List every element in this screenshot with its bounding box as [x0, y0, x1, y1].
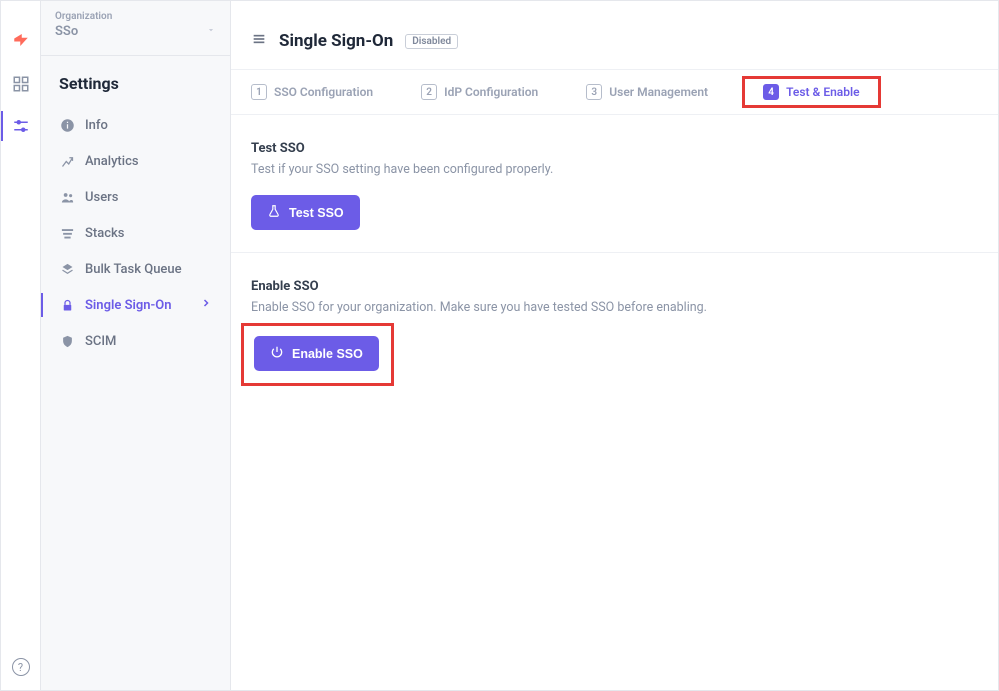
chevron-right-icon	[200, 297, 212, 313]
button-label: Test SSO	[289, 206, 344, 220]
sidebar-item-label: Users	[85, 190, 118, 205]
shield-icon	[59, 333, 75, 349]
sidebar-item-analytics[interactable]: Analytics	[41, 143, 230, 179]
queue-icon	[59, 261, 75, 277]
sidebar-item-users[interactable]: Users	[41, 179, 230, 215]
section-title: Enable SSO	[251, 279, 978, 294]
org-label: Organization	[55, 11, 216, 22]
highlight-box: Enable SSO	[241, 323, 394, 386]
step-label: SSO Configuration	[274, 85, 373, 99]
settings-heading: Settings	[41, 74, 230, 107]
power-icon	[270, 345, 284, 362]
sidebar-item-single-sign-on[interactable]: Single Sign-On	[41, 287, 230, 323]
sidebar-item-label: Info	[85, 118, 108, 133]
section-description: Enable SSO for your organization. Make s…	[251, 300, 978, 315]
sidebar-item-label: Stacks	[85, 226, 124, 241]
step-number: 2	[421, 84, 437, 100]
analytics-icon	[59, 153, 75, 169]
sidebar-item-label: Analytics	[85, 154, 139, 169]
divider	[41, 55, 230, 56]
step-idp-configuration[interactable]: 2 IdP Configuration	[421, 84, 538, 100]
step-test-and-enable[interactable]: 4 Test & Enable	[763, 84, 859, 100]
settings-sidebar: Organization SSo Settings Info Analytics…	[41, 1, 231, 690]
test-sso-section: Test SSO Test if your SSO setting have b…	[231, 115, 998, 252]
step-label: User Management	[609, 85, 708, 99]
flask-icon	[267, 204, 281, 221]
sidebar-item-label: Single Sign-On	[85, 298, 172, 313]
step-label: IdP Configuration	[444, 85, 538, 99]
step-number: 3	[586, 84, 602, 100]
page-title: Single Sign-On	[279, 31, 393, 51]
step-number: 4	[763, 84, 779, 100]
lock-icon	[59, 297, 75, 313]
left-rail: ?	[1, 1, 41, 690]
stacks-icon	[59, 225, 75, 241]
section-description: Test if your SSO setting have been confi…	[251, 162, 978, 177]
sidebar-item-label: SCIM	[85, 334, 116, 349]
sidebar-item-label: Bulk Task Queue	[85, 262, 182, 277]
sliders-icon[interactable]	[10, 115, 32, 137]
highlight-box: 4 Test & Enable	[742, 76, 880, 108]
button-label: Enable SSO	[292, 347, 363, 361]
section-title: Test SSO	[251, 141, 978, 156]
step-label: Test & Enable	[786, 85, 859, 99]
hamburger-icon[interactable]	[251, 31, 267, 51]
main-content: Single Sign-On Disabled 1 SSO Configurat…	[231, 1, 998, 690]
chevron-down-icon	[206, 24, 216, 39]
sidebar-item-scim[interactable]: SCIM	[41, 323, 230, 359]
test-sso-button[interactable]: Test SSO	[251, 195, 360, 230]
step-tabs: 1 SSO Configuration 2 IdP Configuration …	[231, 69, 998, 115]
status-badge: Disabled	[405, 34, 458, 49]
org-value: SSo	[55, 24, 78, 39]
help-icon[interactable]: ?	[12, 658, 30, 676]
step-number: 1	[251, 84, 267, 100]
brand-logo	[12, 31, 30, 53]
info-icon	[59, 117, 75, 133]
sidebar-item-bulk-task-queue[interactable]: Bulk Task Queue	[41, 251, 230, 287]
step-sso-configuration[interactable]: 1 SSO Configuration	[251, 84, 373, 100]
enable-sso-button[interactable]: Enable SSO	[254, 336, 379, 371]
step-user-management[interactable]: 3 User Management	[586, 84, 708, 100]
org-selector[interactable]: Organization SSo	[41, 1, 230, 43]
enable-sso-section: Enable SSO Enable SSO for your organizat…	[231, 252, 998, 396]
dashboard-icon[interactable]	[10, 73, 32, 95]
sidebar-item-stacks[interactable]: Stacks	[41, 215, 230, 251]
users-icon	[59, 189, 75, 205]
sidebar-item-info[interactable]: Info	[41, 107, 230, 143]
